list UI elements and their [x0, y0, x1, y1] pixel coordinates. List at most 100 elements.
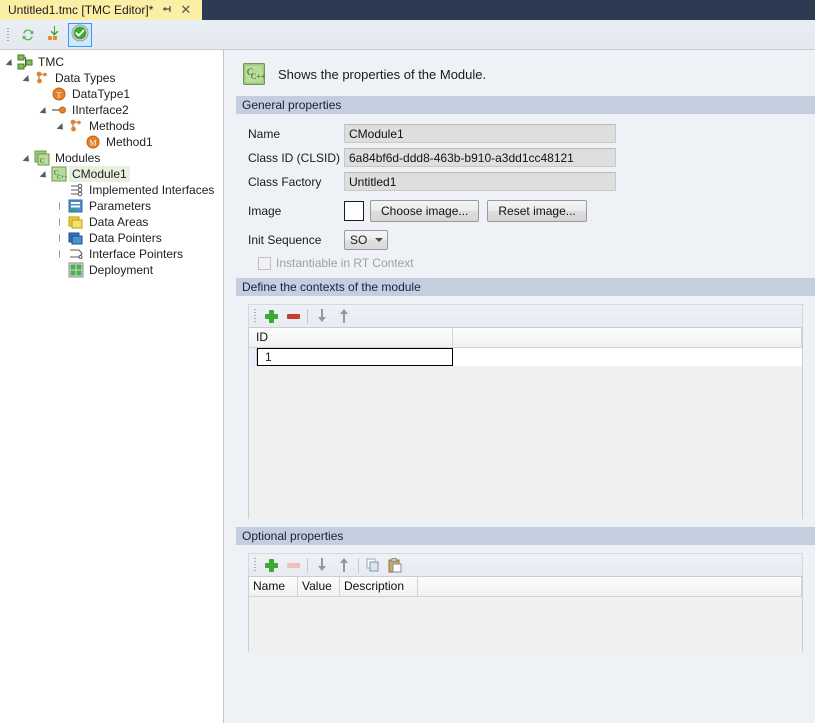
instantiable-row[interactable]: Instantiable in RT Context [258, 256, 815, 270]
arrow-up-icon [338, 309, 350, 323]
tab-untitled1-tmc[interactable]: Untitled1.tmc [TMC Editor]* ✕ [0, 0, 202, 20]
plus-icon [264, 309, 278, 323]
interface-pointers-icon [68, 246, 84, 262]
panel-splitter[interactable] [224, 50, 236, 723]
paste-icon [388, 557, 402, 573]
name-row: Name CModule1 [248, 124, 815, 143]
chevron-down-icon[interactable] [23, 150, 34, 166]
optional-column-header[interactable]: Name [249, 577, 298, 596]
move-up-button[interactable] [333, 555, 355, 576]
tmc-tree-panel[interactable]: TMC Data Types T DataType1 IInterface2 Method… [0, 50, 224, 723]
init-sequence-select[interactable]: SO [344, 229, 389, 250]
image-row: Image Choose image... Reset image... [248, 199, 815, 223]
choose-image-button[interactable]: Choose image... [370, 200, 480, 222]
page-header: C C++ Shows the properties of the Module… [236, 50, 815, 88]
module-icon: C C++ [51, 166, 68, 182]
chevron-down-icon[interactable] [40, 166, 51, 182]
tree-item-method1[interactable]: M Method1 [0, 134, 223, 150]
plus-icon [264, 558, 278, 572]
remove-property-button [282, 555, 304, 576]
tree-item-implemented-interfaces[interactable]: Implemented Interfaces [0, 182, 223, 198]
clsid-label: Class ID (CLSID) [248, 150, 341, 165]
general-properties-form: Name CModule1 Class ID (CLSID) 6a84bf6d-… [236, 114, 815, 270]
tree-item-data-areas[interactable]: Data Areas [0, 214, 223, 230]
toolbar-grip[interactable] [4, 26, 14, 44]
editor-toolbar [0, 20, 815, 50]
chevron-right-icon[interactable] [57, 214, 68, 230]
tree-item-iinterface2[interactable]: IInterface2 [0, 102, 223, 118]
contexts-toolbar [248, 304, 803, 327]
tree-item-deployment[interactable]: Deployment [0, 262, 223, 278]
paste-button[interactable] [384, 555, 406, 576]
toolbar-grip[interactable] [252, 557, 260, 573]
tmc-icon [17, 54, 33, 70]
tree-item-data-pointers[interactable]: Data Pointers [0, 230, 223, 246]
optional-properties-grid[interactable]: Name Value Description [248, 576, 803, 653]
instantiable-checkbox[interactable] [258, 256, 271, 270]
tree-item-label: IInterface2 [72, 103, 129, 117]
implemented-interfaces-icon [68, 182, 84, 198]
modules-icon: C [34, 150, 50, 166]
clsid-field[interactable]: 6a84bf6d-ddd8-463b-b910-a3dd1cc48121 [344, 148, 616, 167]
table-row[interactable]: 1 [249, 348, 802, 366]
tree-item-methods[interactable]: Methods [0, 118, 223, 134]
pin-icon[interactable] [162, 3, 174, 17]
move-down-button[interactable] [311, 306, 333, 327]
contexts-id-cell[interactable]: 1 [257, 348, 454, 366]
tree-item-parameters[interactable]: Parameters [0, 198, 223, 214]
optional-column-header[interactable]: Value [298, 577, 340, 596]
toolbar-grip[interactable] [252, 308, 260, 324]
tree-item-label: Modules [55, 151, 101, 165]
validate-button[interactable] [68, 22, 92, 47]
move-down-button[interactable] [311, 555, 333, 576]
init-sequence-row: Init Sequence SO [248, 229, 815, 250]
tree-item-label: Data Pointers [89, 231, 162, 245]
refresh-icon [20, 27, 36, 43]
chevron-down-icon[interactable] [57, 118, 68, 134]
tree-item-label: TMC [38, 55, 64, 69]
contexts-grid[interactable]: ID 1 [248, 327, 803, 520]
remove-context-button[interactable] [282, 306, 304, 327]
tree-item-label: Parameters [89, 199, 152, 213]
copy-button[interactable] [362, 555, 384, 576]
tab-strip: Untitled1.tmc [TMC Editor]* ✕ [0, 0, 815, 20]
tree-item-label: Data Areas [89, 215, 149, 229]
optional-properties-toolbar [248, 553, 803, 576]
tree-item-label: CModule1 [69, 166, 130, 182]
refresh-button[interactable] [16, 23, 40, 47]
class-factory-field[interactable]: Untitled1 [344, 172, 616, 191]
chevron-down-icon [375, 237, 384, 242]
optional-column-header[interactable]: Description [340, 577, 418, 596]
contexts-column-header[interactable] [453, 328, 802, 347]
tree-item-modules[interactable]: C Modules [0, 150, 223, 166]
reset-image-button[interactable]: Reset image... [487, 200, 587, 222]
name-field[interactable]: CModule1 [344, 124, 616, 143]
chevron-right-icon[interactable] [57, 230, 68, 246]
move-up-button[interactable] [333, 306, 355, 327]
tree-item-tmc[interactable]: TMC [0, 54, 223, 70]
contexts-empty-cell[interactable] [453, 348, 802, 366]
tree-item-data-types[interactable]: Data Types [0, 70, 223, 86]
add-context-button[interactable] [260, 306, 282, 327]
chevron-down-icon[interactable] [23, 70, 34, 86]
name-label: Name [248, 126, 281, 141]
chevron-right-icon[interactable] [57, 198, 68, 214]
row-selector[interactable] [249, 348, 257, 366]
image-preview-swatch[interactable] [344, 201, 364, 221]
import-button[interactable] [42, 23, 66, 47]
copy-icon [366, 558, 380, 572]
method-icon: M [85, 134, 101, 150]
contexts-column-header[interactable]: ID [249, 328, 454, 347]
tree-item-datatype1[interactable]: T DataType1 [0, 86, 223, 102]
add-property-button[interactable] [260, 555, 282, 576]
tree-item-interface-pointers[interactable]: Interface Pointers [0, 246, 223, 262]
chevron-down-icon[interactable] [6, 54, 17, 70]
tree-item-label: Data Types [55, 71, 116, 85]
optional-grid-body [249, 597, 802, 653]
chevron-right-icon[interactable] [57, 246, 68, 262]
chevron-down-icon[interactable] [40, 102, 51, 118]
tree-item-cmodule1[interactable]: C C++ CModule1 [0, 166, 223, 182]
close-icon[interactable]: ✕ [179, 3, 192, 17]
